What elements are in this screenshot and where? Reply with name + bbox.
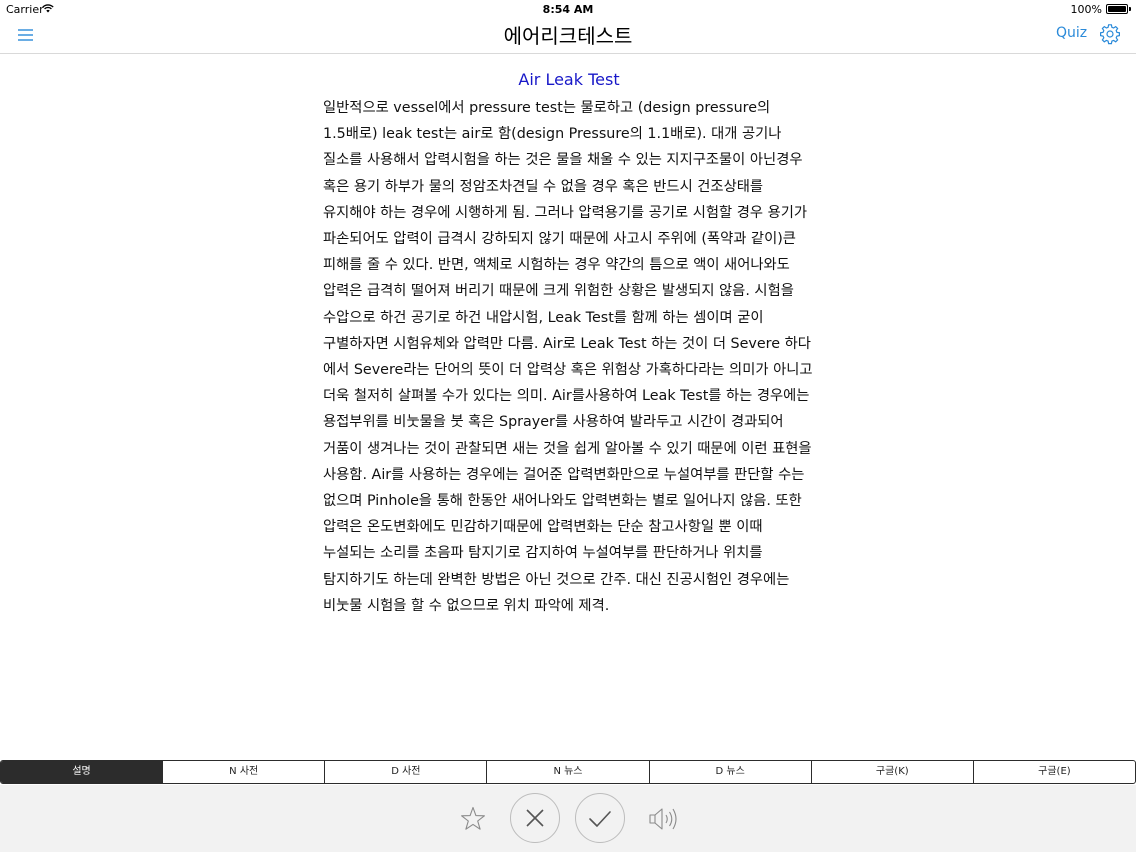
checkmark-icon	[589, 811, 611, 827]
close-icon	[526, 809, 544, 827]
navigation-bar: 에어리크테스트 Quiz	[0, 18, 1136, 54]
source-tab-bar: 설명 N 사전 D 사전 N 뉴스 D 뉴스 구글(K) 구글(E)	[0, 760, 1136, 784]
page-title: 에어리크테스트	[503, 24, 633, 48]
status-bar: Carrier 8:54 AM 100%	[0, 0, 1136, 18]
settings-button[interactable]	[1099, 23, 1121, 45]
tab-daum-dictionary[interactable]: D 사전	[324, 761, 486, 783]
battery-percent: 100%	[1070, 3, 1102, 16]
tab-naver-dictionary[interactable]: N 사전	[162, 761, 324, 783]
speaker-icon	[649, 808, 677, 830]
tab-description[interactable]: 설명	[1, 761, 163, 783]
correct-button[interactable]	[575, 793, 625, 843]
article: Air Leak Test 일반적으로 vessel에서 pressure te…	[323, 70, 815, 619]
tab-google-english[interactable]: 구글(E)	[972, 761, 1135, 783]
favorite-button[interactable]	[458, 804, 488, 834]
battery-icon	[1106, 4, 1131, 14]
gear-icon	[1100, 24, 1120, 45]
tab-google-korean[interactable]: 구글(K)	[810, 761, 973, 783]
speak-button[interactable]	[647, 804, 679, 834]
star-icon	[461, 806, 485, 830]
wrong-button[interactable]	[510, 793, 560, 843]
bottom-toolbar	[0, 785, 1136, 852]
tab-daum-news[interactable]: D 뉴스	[648, 761, 811, 783]
tab-naver-news[interactable]: N 뉴스	[486, 761, 648, 783]
clock: 8:54 AM	[542, 3, 594, 16]
article-title: Air Leak Test	[518, 70, 620, 89]
quiz-button[interactable]: Quiz	[1056, 25, 1087, 41]
article-body: 일반적으로 vessel에서 pressure test는 물로하고 (desi…	[323, 100, 813, 614]
